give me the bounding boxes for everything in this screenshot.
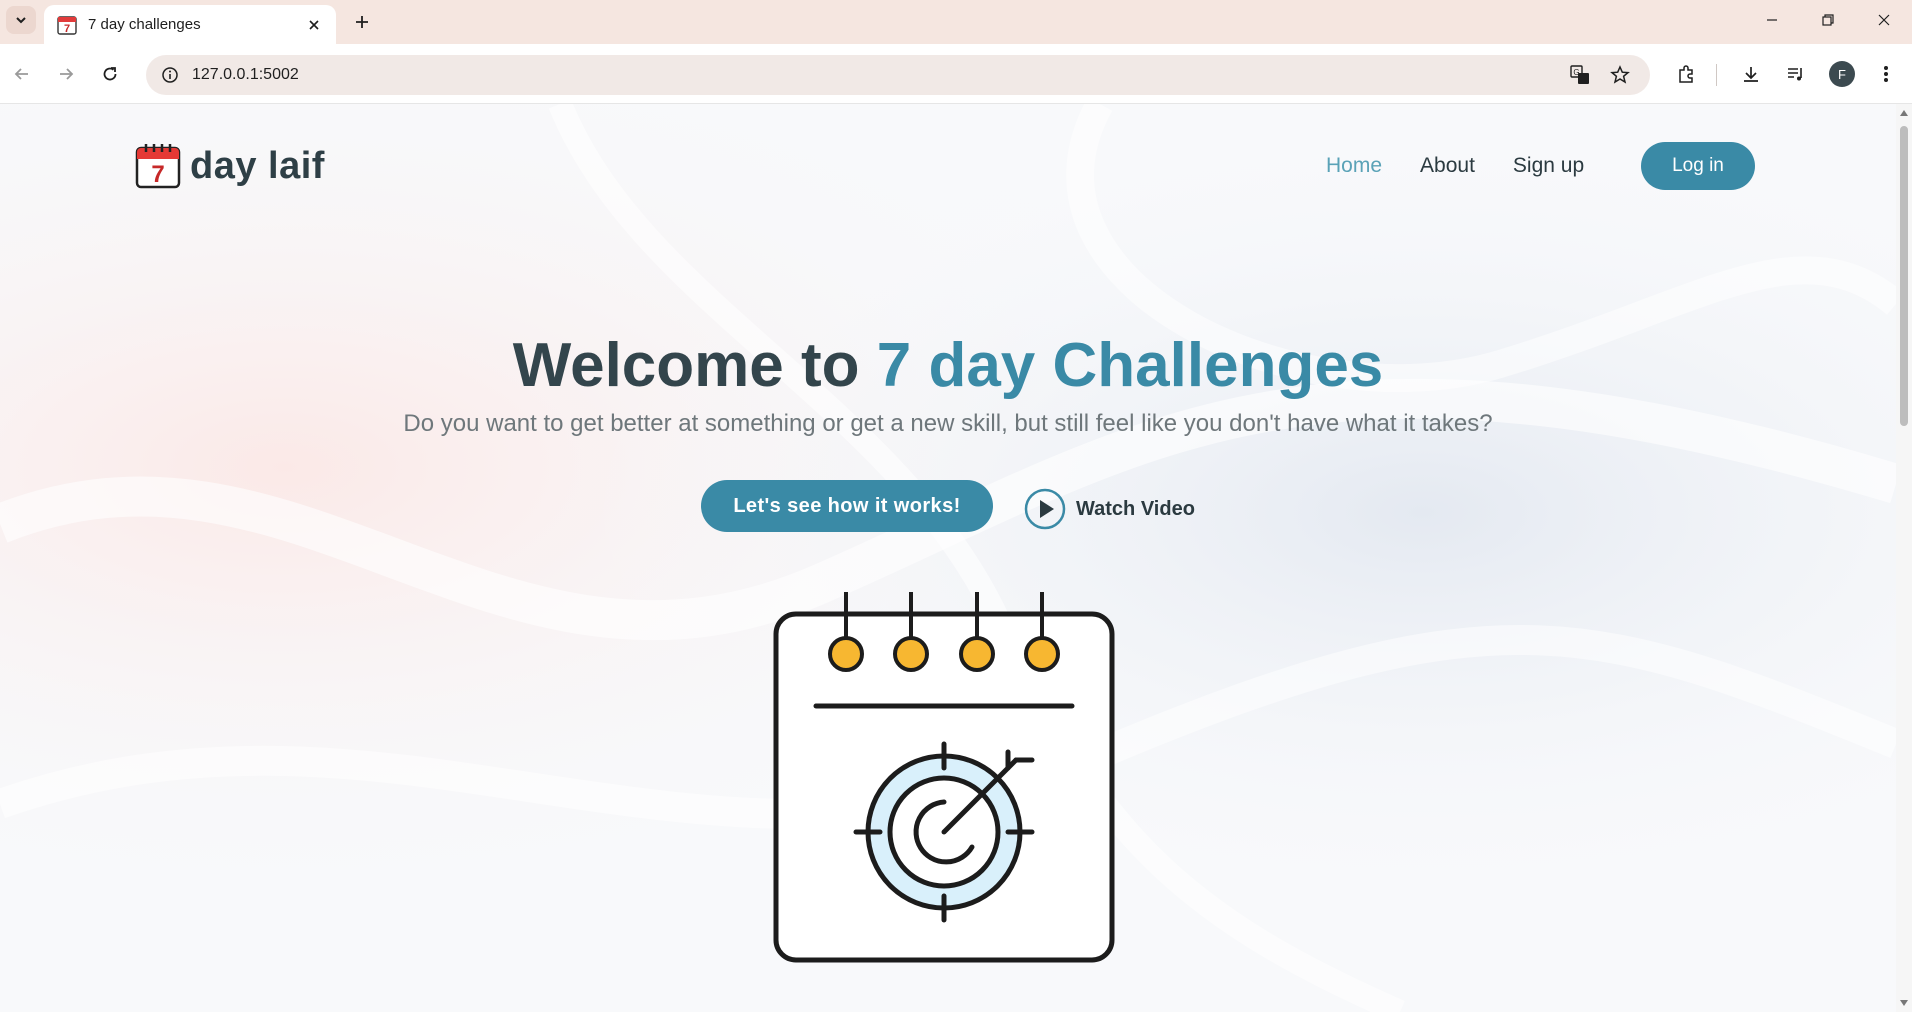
arrow-left-icon	[14, 68, 28, 80]
hero-title-accent: 7 day Challenges	[876, 331, 1384, 400]
star-icon	[1610, 65, 1630, 84]
calendar-logo-icon: 7	[135, 144, 181, 189]
close-window-button[interactable]	[1862, 6, 1906, 34]
svg-text:7: 7	[151, 161, 164, 188]
extensions-button[interactable]	[1670, 58, 1702, 90]
nav-link-about[interactable]: About	[1420, 154, 1475, 178]
minimize-icon	[1767, 19, 1777, 21]
reload-button[interactable]	[94, 58, 126, 90]
triangle-down-icon	[1900, 1000, 1908, 1006]
nav-link-signup[interactable]: Sign up	[1513, 154, 1584, 178]
toolbar-divider	[1716, 64, 1717, 86]
restore-icon	[1822, 14, 1834, 26]
logo-text: day laif	[190, 144, 325, 187]
playlist-icon	[1788, 68, 1802, 81]
close-icon	[309, 19, 319, 30]
site-info-button[interactable]	[156, 61, 184, 89]
browser-tab-bar: 7 7 day challenges	[0, 0, 1912, 44]
hero-title: Welcome to 7 day Challenges	[0, 330, 1896, 401]
translate-button[interactable]: G	[1566, 61, 1594, 89]
triangle-up-icon	[1900, 110, 1908, 116]
plus-icon	[356, 16, 368, 28]
scroll-up-arrow[interactable]	[1899, 108, 1909, 118]
play-circle-icon	[1024, 488, 1066, 530]
svg-text:7: 7	[64, 23, 70, 35]
calendar-target-illustration	[773, 592, 1115, 963]
downloads-button[interactable]	[1735, 58, 1767, 90]
watch-video-button[interactable]: Watch Video	[1024, 488, 1195, 530]
minimize-button[interactable]	[1750, 6, 1794, 34]
browser-toolbar: 127.0.0.1:5002 G F	[0, 44, 1912, 104]
site-logo[interactable]: 7 day laif	[134, 142, 325, 190]
bookmark-button[interactable]	[1606, 61, 1634, 89]
new-tab-button[interactable]	[348, 8, 376, 36]
close-tab-button[interactable]	[304, 15, 324, 35]
login-button[interactable]: Log in	[1641, 142, 1755, 190]
nav-link-home[interactable]: Home	[1326, 154, 1382, 178]
hero-title-prefix: Welcome to	[512, 331, 877, 400]
page-viewport: 7 day laif Home About Sign up Log in Wel…	[0, 104, 1896, 1012]
watch-video-label: Watch Video	[1076, 497, 1195, 520]
browser-menu-button[interactable]	[1870, 58, 1902, 90]
svg-text:G: G	[1573, 68, 1579, 77]
scroll-down-arrow[interactable]	[1899, 998, 1909, 1008]
profile-avatar[interactable]: F	[1829, 61, 1855, 87]
page-scrollbar[interactable]	[1896, 104, 1912, 1012]
how-it-works-button[interactable]: Let's see how it works!	[701, 480, 993, 532]
tab-search-button[interactable]	[6, 6, 36, 34]
site-nav: Home About Sign up	[1326, 154, 1622, 178]
address-bar[interactable]: 127.0.0.1:5002 G	[146, 55, 1650, 95]
browser-tab-active[interactable]: 7 7 day challenges	[44, 5, 336, 44]
forward-button[interactable]	[50, 58, 82, 90]
chevron-down-icon	[16, 17, 26, 24]
back-button[interactable]	[6, 58, 38, 90]
info-icon	[162, 67, 178, 83]
scrollbar-thumb[interactable]	[1900, 126, 1908, 426]
hero-subtitle: Do you want to get better at something o…	[403, 410, 1493, 437]
arrow-right-icon	[60, 68, 74, 80]
media-controls-button[interactable]	[1780, 58, 1812, 90]
calendar-favicon-icon: 7	[57, 15, 77, 35]
more-vert-icon	[1884, 66, 1888, 82]
puzzle-icon	[1679, 65, 1693, 83]
tab-title: 7 day challenges	[88, 16, 201, 33]
restore-button[interactable]	[1806, 6, 1850, 34]
url-text: 127.0.0.1:5002	[192, 66, 299, 83]
reload-icon	[103, 67, 117, 81]
close-icon	[1878, 14, 1890, 26]
translate-icon: G	[1570, 65, 1589, 84]
download-icon	[1744, 67, 1758, 82]
